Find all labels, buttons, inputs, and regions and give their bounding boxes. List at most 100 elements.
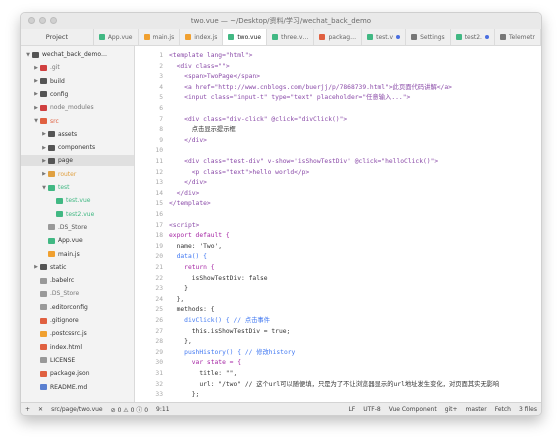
tree-item[interactable]: .editorconfig — [21, 302, 134, 313]
tree-item[interactable]: ▶ router — [21, 169, 134, 180]
disclosure-icon[interactable]: ▼ — [33, 118, 39, 124]
code-text: export default { — [169, 232, 230, 240]
tree-item[interactable]: test2.vue — [21, 209, 134, 220]
disclosure-icon[interactable]: ▶ — [33, 65, 39, 71]
tree-item[interactable]: ▶ build — [21, 76, 134, 87]
tree-item-label: .gitignore — [50, 317, 79, 324]
status-bar: + ✕ src/page/two.vue ⊘ 0 ⚠ 0 ⓘ 0 9:11 LF… — [21, 402, 541, 415]
tree-item[interactable]: ▼ test — [21, 182, 134, 193]
code-line: 16 — [135, 209, 541, 220]
branch[interactable]: master — [462, 406, 491, 413]
disclosure-icon[interactable]: ▶ — [33, 78, 39, 84]
code-line: 33 }; — [135, 389, 541, 400]
tree-item-label: router — [58, 170, 77, 178]
tree-item[interactable]: ▶ static — [21, 262, 134, 273]
cursor-position[interactable]: 9:11 — [152, 406, 173, 413]
line-number: 14 — [155, 189, 163, 197]
tab-1[interactable]: main.js — [139, 29, 181, 45]
line-ending[interactable]: LF — [344, 406, 359, 413]
code-text: 点击显示提示框 — [169, 126, 236, 134]
tab-project[interactable]: Project — [21, 29, 94, 45]
tree-item-label: test2.vue — [66, 210, 95, 218]
file-icon — [40, 357, 47, 364]
line-number: 5 — [159, 94, 163, 102]
code-text: }, — [169, 295, 185, 303]
tree-item[interactable]: ▼ wechat_back_demo… — [21, 49, 134, 60]
tree-item[interactable]: .babelrc — [21, 275, 134, 286]
tree-item[interactable]: test.vue — [21, 195, 134, 206]
tree-item[interactable]: .postcssrc.js — [21, 328, 134, 339]
tree-item-label: main.js — [58, 250, 80, 258]
tree-item[interactable]: ▶ page — [21, 155, 134, 167]
disclosure-icon[interactable]: ▼ — [41, 185, 47, 191]
tab-label: two.vue — [237, 33, 262, 41]
code-line: 3 <span>TwoPage</span> — [135, 71, 541, 82]
fetch-button[interactable]: Fetch — [491, 406, 515, 413]
file-path[interactable]: src/page/two.vue — [47, 406, 107, 413]
disclosure-icon[interactable]: ▶ — [41, 145, 47, 151]
tab-7[interactable]: Settings — [406, 29, 451, 45]
code-line: 9 </div> — [135, 135, 541, 146]
encoding[interactable]: UTF-8 — [359, 406, 385, 413]
tab-9[interactable]: Telemetr — [495, 29, 541, 45]
line-number: 9 — [159, 136, 163, 144]
tab-5[interactable]: packag… — [314, 29, 363, 45]
disclosure-icon[interactable]: ▼ — [25, 52, 31, 58]
code-text: }, — [169, 338, 192, 346]
tree-item[interactable]: .DS_Store — [21, 288, 134, 299]
tree-item[interactable]: App.vue — [21, 235, 134, 246]
tab-8[interactable]: test2. — [451, 29, 495, 45]
disclosure-icon[interactable]: ▶ — [41, 131, 47, 137]
disclosure-icon[interactable]: ▶ — [41, 158, 47, 164]
code-text: <div class=""> — [169, 62, 230, 70]
tree-item-label: .DS_Store — [58, 223, 88, 231]
code-text: </div> — [169, 136, 207, 144]
code-line: 4 <a href="http://www.cnblogs.com/buerjj… — [135, 82, 541, 93]
file-icon — [319, 34, 326, 40]
tab-6[interactable]: test.v — [362, 29, 407, 45]
add-icon[interactable]: + — [21, 406, 34, 413]
tab-3[interactable]: two.vue — [223, 29, 268, 45]
code-line: 18 export default { — [135, 230, 541, 241]
tree-item[interactable]: ▶ assets — [21, 129, 134, 140]
tab-label: packag… — [328, 33, 357, 41]
tree-item[interactable]: LICENSE — [21, 355, 134, 366]
title-bar: two.vue — ~/Desktop/资料/学习/wechat_back_de… — [21, 13, 541, 30]
code-editor[interactable]: 1 <template lang="html"> 2 <div class=""> 3… — [135, 46, 541, 402]
code-line: 13 </div> — [135, 177, 541, 188]
tree-item[interactable]: package.json — [21, 368, 134, 379]
tree-item[interactable]: .gitignore — [21, 315, 134, 326]
tab-4[interactable]: three.v… — [267, 29, 315, 45]
tree-item[interactable]: ▼ src — [21, 116, 134, 127]
code-text: </template> — [169, 200, 211, 208]
file-icon — [228, 34, 235, 40]
close-icon[interactable]: ✕ — [34, 406, 47, 413]
tree-item[interactable]: ▶ config — [21, 89, 134, 100]
changed-files[interactable]: 3 files — [515, 406, 541, 413]
tree-item-label: LICENSE — [50, 356, 76, 364]
tab-2[interactable]: index.js — [180, 29, 224, 45]
disclosure-icon[interactable]: ▶ — [33, 91, 39, 97]
git-status[interactable]: git+ — [441, 406, 462, 413]
line-number: 20 — [155, 253, 163, 261]
tree-item[interactable]: main.js — [21, 249, 134, 260]
line-number: 19 — [155, 242, 163, 250]
line-number: 12 — [155, 168, 163, 176]
code-line: 11 <div class="test-div" v-show='isShowT… — [135, 156, 541, 167]
disclosure-icon[interactable]: ▶ — [41, 171, 47, 177]
tree-item[interactable]: .DS_Store — [21, 222, 134, 233]
diagnostics[interactable]: ⊘ 0 ⚠ 0 ⓘ 0 — [107, 405, 152, 414]
file-icon — [56, 197, 63, 204]
grammar[interactable]: Vue Component — [385, 406, 441, 413]
disclosure-icon[interactable]: ▶ — [33, 264, 39, 270]
tree-item[interactable]: ▶ components — [21, 142, 134, 153]
file-icon — [98, 34, 105, 40]
tree-item[interactable]: ▶ .git — [21, 62, 134, 73]
tree-item[interactable]: index.html — [21, 342, 134, 353]
disclosure-icon[interactable]: ▶ — [33, 105, 39, 111]
tab-label: main.js — [152, 33, 175, 41]
tab-0[interactable]: App.vue — [94, 29, 139, 45]
code-text: url: "/two" // 这个url可以随便填，只是为了不让浏览器显示的ur… — [169, 380, 500, 388]
tree-item[interactable]: README.md — [21, 382, 134, 393]
tree-item[interactable]: ▶ node_modules — [21, 102, 134, 113]
